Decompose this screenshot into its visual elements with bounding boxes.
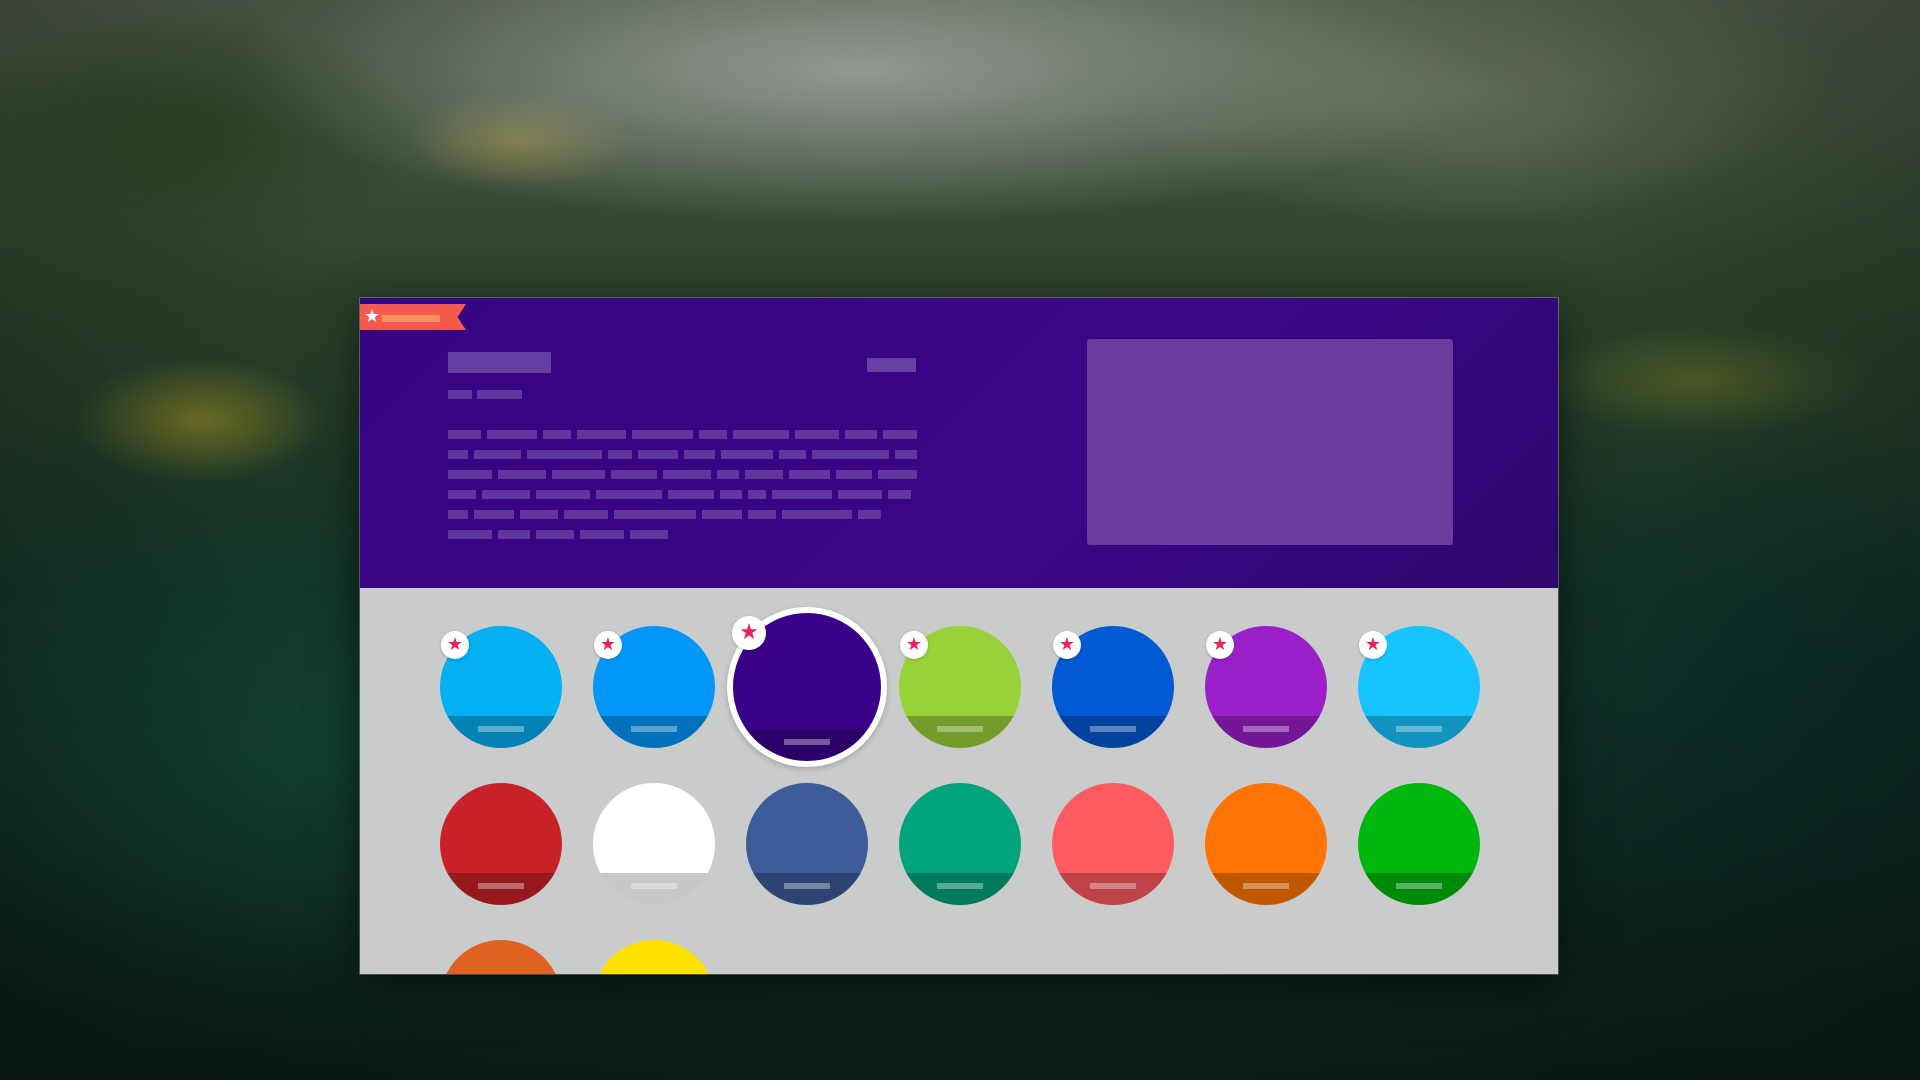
swatch-shade xyxy=(733,729,881,761)
swatch-label-placeholder xyxy=(1090,883,1136,889)
meta-placeholder xyxy=(448,390,472,399)
color-swatch[interactable] xyxy=(593,940,715,974)
swatch-label-placeholder xyxy=(1396,883,1442,889)
swatch-label-placeholder xyxy=(631,726,677,732)
title-placeholder xyxy=(448,352,551,373)
swatch-label-placeholder xyxy=(937,883,983,889)
description-placeholder xyxy=(448,430,918,550)
swatch-label-placeholder xyxy=(1243,726,1289,732)
swatch-shade xyxy=(593,716,715,748)
swatch-shade xyxy=(440,873,562,905)
swatch-shade xyxy=(899,716,1021,748)
featured-ribbon: ★ xyxy=(360,304,466,330)
swatch-shade xyxy=(1052,716,1174,748)
color-swatch[interactable] xyxy=(899,783,1021,905)
swatch-shade xyxy=(1205,716,1327,748)
swatch-shade xyxy=(899,873,1021,905)
favorite-star-icon[interactable]: ★ xyxy=(594,631,622,659)
swatch-shade xyxy=(1052,873,1174,905)
swatch-label-placeholder xyxy=(478,726,524,732)
swatch-label-placeholder xyxy=(1396,726,1442,732)
swatch-shade xyxy=(1205,873,1327,905)
description-line xyxy=(448,490,917,499)
meta-placeholder xyxy=(477,390,522,399)
swatch-shade xyxy=(1358,873,1480,905)
favorite-star-icon[interactable]: ★ xyxy=(900,631,928,659)
description-line xyxy=(448,450,918,459)
color-swatch[interactable] xyxy=(440,940,562,974)
swatch-label-placeholder xyxy=(784,883,830,889)
color-swatch-grid: ★ ★ ★ ★ ★ ★ ★ xyxy=(360,588,1558,974)
favorite-star-icon[interactable]: ★ xyxy=(732,616,766,650)
favorite-star-icon[interactable]: ★ xyxy=(1053,631,1081,659)
color-swatch[interactable] xyxy=(1205,783,1327,905)
swatch-label-placeholder xyxy=(784,739,830,745)
swatch-shade xyxy=(440,716,562,748)
description-line xyxy=(448,430,917,439)
swatch-label-placeholder xyxy=(631,883,677,889)
color-swatch[interactable] xyxy=(1358,783,1480,905)
color-swatch[interactable] xyxy=(593,783,715,905)
favorite-star-icon[interactable]: ★ xyxy=(441,631,469,659)
theme-preview-header: ★ xyxy=(360,298,1558,588)
swatch-label-placeholder xyxy=(1243,883,1289,889)
swatch-label-placeholder xyxy=(478,883,524,889)
description-line xyxy=(448,510,917,519)
swatch-shade xyxy=(593,873,715,905)
swatch-label-placeholder xyxy=(1090,726,1136,732)
color-swatch[interactable] xyxy=(746,783,868,905)
theme-picker-window: ★ ★ ★ ★ ★ ★ ★ ★ xyxy=(359,297,1559,975)
description-line xyxy=(448,530,917,539)
ribbon-label-placeholder xyxy=(382,315,440,322)
swatch-shade xyxy=(1358,716,1480,748)
description-line xyxy=(448,470,917,479)
action-button-placeholder[interactable] xyxy=(867,358,916,372)
swatch-shade xyxy=(746,873,868,905)
favorite-star-icon[interactable]: ★ xyxy=(1359,631,1387,659)
star-icon: ★ xyxy=(364,306,381,327)
color-swatch[interactable] xyxy=(440,783,562,905)
favorite-star-icon[interactable]: ★ xyxy=(1206,631,1234,659)
preview-image-placeholder xyxy=(1087,339,1453,545)
color-swatch[interactable] xyxy=(1052,783,1174,905)
swatch-label-placeholder xyxy=(937,726,983,732)
